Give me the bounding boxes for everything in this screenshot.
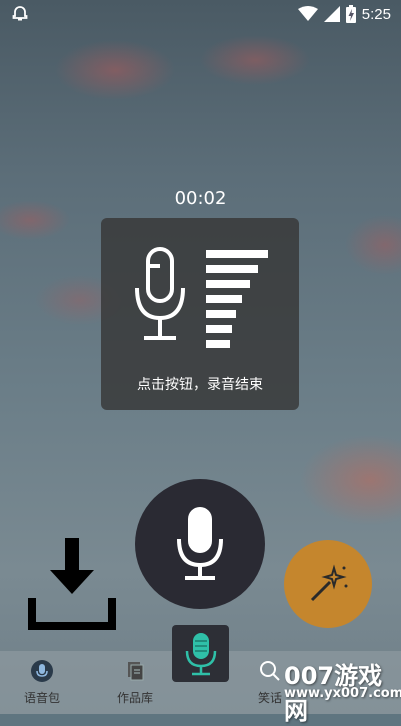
magic-wand-icon (310, 564, 348, 602)
status-bar: 5:25 (0, 0, 401, 28)
microphone-icon (177, 507, 223, 580)
notification-icon (12, 6, 28, 21)
volume-level-icon (206, 250, 268, 355)
mic-icon (185, 633, 217, 676)
search-icon (260, 661, 280, 681)
watermark-url: www.yx007.com (284, 686, 401, 701)
document-copy-icon (128, 662, 144, 681)
recording-hint: 点击按钮，录音结束 (137, 377, 263, 393)
tab-record[interactable] (172, 625, 229, 682)
record-button[interactable] (135, 479, 265, 609)
recording-panel: 点击按钮，录音结束 (101, 218, 299, 410)
tab-voice-pack[interactable]: 语音包 (2, 651, 82, 714)
magic-effect-button[interactable] (284, 540, 372, 628)
mic-circle-icon (31, 660, 53, 682)
recording-timer: 00:02 (174, 188, 227, 209)
download-icon[interactable] (28, 538, 116, 630)
signal-icon (323, 6, 340, 22)
microphone-icon (135, 247, 185, 340)
tab-works[interactable]: 作品库 (95, 651, 175, 714)
status-time: 5:25 (361, 5, 391, 23)
tab-label: 作品库 (116, 691, 153, 705)
battery-charging-icon (345, 5, 356, 23)
tab-label: 语音包 (23, 691, 60, 705)
wifi-icon (297, 6, 318, 21)
